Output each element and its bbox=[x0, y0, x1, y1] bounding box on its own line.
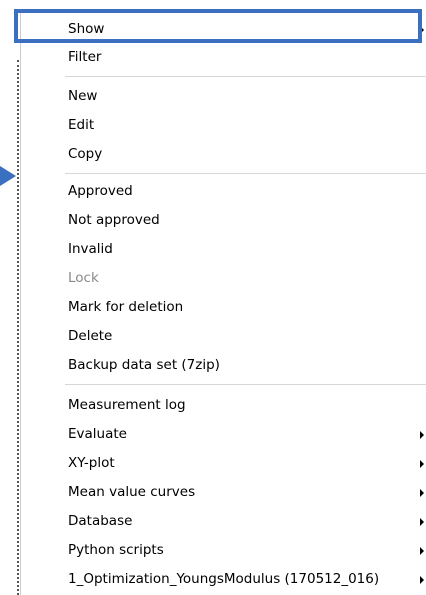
menu-item-edit[interactable]: Edit bbox=[21, 112, 426, 141]
highlight-box bbox=[14, 9, 422, 43]
menu-item-evaluate[interactable]: Evaluate bbox=[21, 421, 426, 450]
menu-item-label: Evaluate bbox=[68, 426, 127, 442]
menu-item-label: Lock bbox=[68, 270, 99, 286]
submenu-arrow-icon bbox=[420, 431, 424, 439]
menu-item-label: Backup data set (7zip) bbox=[68, 357, 220, 373]
submenu-arrow-icon bbox=[420, 518, 424, 526]
menu-item-database[interactable]: Database bbox=[21, 508, 426, 537]
menu-item-xy-plot[interactable]: XY-plot bbox=[21, 450, 426, 479]
menu-item-new[interactable]: New bbox=[21, 83, 426, 112]
menu-item-label: Copy bbox=[68, 146, 103, 162]
menu-item-label: Mean value curves bbox=[68, 484, 196, 500]
menu-item-delete[interactable]: Delete bbox=[21, 323, 426, 352]
menu-item-mean-value-curves[interactable]: Mean value curves bbox=[21, 479, 426, 508]
menu-item-label: Invalid bbox=[68, 241, 113, 257]
menu-item-python-scripts[interactable]: Python scripts bbox=[21, 537, 426, 566]
menu-item-label: Python scripts bbox=[68, 542, 164, 558]
menu-item-label: Delete bbox=[68, 328, 113, 344]
menu-item-not-approved[interactable]: Not approved bbox=[21, 207, 426, 236]
menu-item-filter[interactable]: Filter bbox=[21, 44, 426, 73]
menu-item-label: 1_Optimization_YoungsModulus (170512_016… bbox=[68, 571, 380, 587]
submenu-arrow-icon bbox=[420, 576, 424, 584]
menu-item-label: Database bbox=[68, 513, 133, 529]
menu-separator bbox=[65, 76, 426, 77]
menu-separator bbox=[65, 384, 426, 385]
submenu-arrow-icon bbox=[420, 460, 424, 468]
submenu-arrow-icon bbox=[420, 547, 424, 555]
menu-item-label: Edit bbox=[68, 117, 95, 133]
menu-item-invalid[interactable]: Invalid bbox=[21, 236, 426, 265]
menu-separator bbox=[65, 173, 426, 174]
menu-item-copy[interactable]: Copy bbox=[21, 141, 426, 170]
menu-item-optimization-youngs-modulus[interactable]: 1_Optimization_YoungsModulus (170512_016… bbox=[21, 566, 426, 595]
screen: Show Filter New Edit Copy Approved Not a… bbox=[0, 0, 426, 595]
submenu-arrow-icon bbox=[420, 489, 424, 497]
menu-item-measurement-log[interactable]: Measurement log bbox=[21, 392, 426, 421]
menu-item-label: Measurement log bbox=[68, 397, 186, 413]
menu-item-label: New bbox=[68, 88, 98, 104]
menu-item-label: XY-plot bbox=[68, 455, 115, 471]
window-edge bbox=[17, 60, 19, 595]
menu-item-lock: Lock bbox=[21, 265, 426, 294]
menu-item-approved[interactable]: Approved bbox=[21, 178, 426, 207]
menu-item-label: Filter bbox=[68, 49, 102, 65]
menu-item-backup-data-set[interactable]: Backup data set (7zip) bbox=[21, 352, 426, 381]
menu-item-mark-for-deletion[interactable]: Mark for deletion bbox=[21, 294, 426, 323]
menu-item-label: Mark for deletion bbox=[68, 299, 184, 315]
pointer-arrow-icon bbox=[0, 166, 16, 186]
menu-item-label: Approved bbox=[68, 183, 133, 199]
menu-item-label: Not approved bbox=[68, 212, 160, 228]
context-menu: Show Filter New Edit Copy Approved Not a… bbox=[20, 12, 426, 595]
